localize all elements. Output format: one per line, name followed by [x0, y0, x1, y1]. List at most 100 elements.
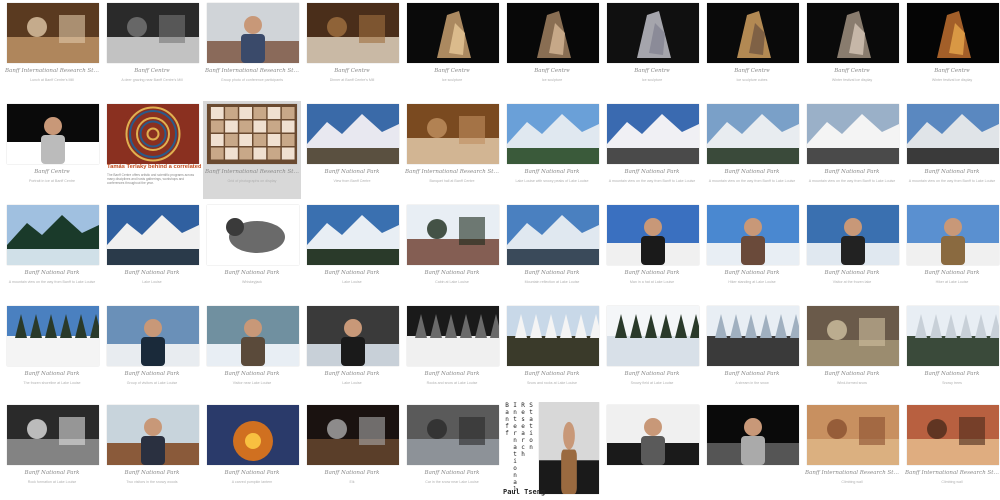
thumbnail-photo[interactable]	[707, 405, 799, 465]
thumbnail-photo[interactable]	[507, 205, 599, 265]
gallery-tile[interactable]: Banff National Park Rocks and snow at Lak…	[403, 303, 501, 401]
gallery-tile[interactable]: Banff National Park Car in the snow near …	[403, 402, 501, 500]
thumbnail-photo[interactable]	[907, 405, 999, 465]
gallery-tile[interactable]	[703, 402, 801, 500]
thumbnail-photo[interactable]	[607, 205, 699, 265]
gallery-tile[interactable]: Banff International Research Station Grou…	[203, 0, 301, 98]
gallery-tile[interactable]: Banff National Park A mountain view on th…	[803, 101, 901, 199]
thumbnail-photo[interactable]	[707, 104, 799, 164]
thumbnail-photo[interactable]	[407, 405, 499, 465]
gallery-tile[interactable]: Banff National Park Lake Louise with snow…	[503, 101, 601, 199]
thumbnail-photo[interactable]	[907, 205, 999, 265]
gallery-tile[interactable]: Banff National Park A carved pumpkin lant…	[203, 402, 301, 500]
gallery-tile[interactable]	[603, 402, 701, 500]
gallery-tile[interactable]: Tamás Terlaky behind a correlated SDDoor…	[103, 101, 201, 199]
thumbnail-photo[interactable]	[207, 104, 297, 164]
thumbnail-photo[interactable]	[307, 104, 399, 164]
thumbnail-photo[interactable]	[807, 306, 899, 366]
thumbnail-photo[interactable]	[7, 405, 99, 465]
thumbnail-photo[interactable]	[307, 405, 399, 465]
gallery-tile[interactable]: Banff National Park Hiker standing at Lak…	[703, 202, 801, 300]
gallery-tile[interactable]: Banff Centre Portrait in ice at Banff Cen…	[3, 101, 101, 199]
gallery-tile[interactable]: Banff National Park A mountain view on th…	[3, 202, 101, 300]
thumbnail-photo[interactable]	[707, 205, 799, 265]
gallery-tile[interactable]: Banff National Park Whiskeyjack	[203, 202, 301, 300]
thumbnail-photo[interactable]	[607, 405, 699, 465]
gallery-tile[interactable]: Banff Centre Ice sculpture	[403, 0, 501, 98]
thumbnail-photo[interactable]	[707, 3, 799, 63]
gallery-tile[interactable]: Banff National Park Snowy trees	[903, 303, 1000, 401]
gallery-tile[interactable]: Banff Centre Ice sculpture	[503, 0, 601, 98]
gallery-tile[interactable]: Banff National Park Lake Louise	[303, 303, 401, 401]
thumbnail-photo[interactable]	[607, 306, 699, 366]
thumbnail-photo[interactable]	[607, 104, 699, 164]
gallery-tile[interactable]: Banff International Research Station Clim…	[903, 402, 1000, 500]
thumbnail-photo[interactable]	[807, 405, 899, 465]
gallery-tile[interactable]: Banff National Park The frozen shoreline …	[3, 303, 101, 401]
caption-description: Visitor at the frozen lake	[832, 280, 872, 284]
gallery-tile[interactable]: Banff Centre A deer grazing near Banff Ce…	[103, 0, 201, 98]
thumbnail-photo[interactable]	[407, 306, 499, 366]
gallery-tile[interactable]: Banff National Park A mountain view on th…	[903, 101, 1000, 199]
gallery-tile[interactable]: Banff National Park Snowy field at Lake L…	[603, 303, 701, 401]
thumbnail-photo[interactable]	[107, 306, 199, 366]
gallery-tile[interactable]: Banff National Park Wind-formed snow	[803, 303, 901, 401]
gallery-tile[interactable]: Banff National Park Snow and rocks at Lak…	[503, 303, 601, 401]
gallery-tile[interactable]: Banff International Research Station Banq…	[403, 101, 501, 199]
thumbnail-photo[interactable]	[207, 306, 299, 366]
gallery-tile[interactable]: Banff International Research Station Lunc…	[3, 0, 101, 98]
gallery-tile[interactable]: Banff National Park Mountain reflection a…	[503, 202, 601, 300]
thumbnail-photo[interactable]	[7, 205, 99, 265]
thumbnail-photo[interactable]	[407, 104, 499, 164]
thumbnail-photo[interactable]	[207, 405, 299, 465]
gallery-tile[interactable]: Banff Centre Dinner at Banff Centre's Mil…	[303, 0, 401, 98]
gallery-tile[interactable]: Banff National Park Man in a hat at Lake …	[603, 202, 701, 300]
thumbnail-photo[interactable]	[807, 3, 899, 63]
thumbnail-photo[interactable]	[907, 306, 999, 366]
gallery-tile[interactable]: Banff National Park Cabin at Lake Louise	[403, 202, 501, 300]
thumbnail-photo[interactable]	[107, 205, 199, 265]
thumbnail-photo[interactable]	[107, 104, 199, 164]
gallery-tile[interactable]: Banff National Park Two visitors in the s…	[103, 402, 201, 500]
gallery-tile[interactable]: Banff National Park A mountain view on th…	[603, 101, 701, 199]
thumbnail-photo[interactable]	[507, 3, 599, 63]
thumbnail-photo[interactable]	[507, 306, 599, 366]
gallery-tile[interactable]: Banff National Park A stream in the snow	[703, 303, 801, 401]
gallery-tile[interactable]: Banff Centre Ice sculpture	[603, 0, 701, 98]
thumbnail-photo[interactable]	[207, 205, 299, 265]
gallery-tile[interactable]: Banff Centre Winter festival ice display	[903, 0, 1000, 98]
gallery-tile[interactable]: Banff National Park Lake Louise	[103, 202, 201, 300]
thumbnail-photo[interactable]	[407, 205, 499, 265]
gallery-tile[interactable]: Banff Centre Ice sculpture cubes	[703, 0, 801, 98]
thumbnail-photo[interactable]	[907, 104, 999, 164]
thumbnail-photo[interactable]	[307, 3, 399, 63]
thumbnail-photo[interactable]	[7, 104, 99, 164]
gallery-tile[interactable]: Banff International Research Station Grid…	[203, 101, 301, 199]
gallery-tile[interactable]: Banff Centre Winter festival ice display	[803, 0, 901, 98]
thumbnail-photo[interactable]	[7, 3, 99, 63]
thumbnail-photo[interactable]	[907, 3, 999, 63]
thumbnail-photo[interactable]	[107, 405, 199, 465]
gallery-tile[interactable]: Banff National Park A mountain view on th…	[703, 101, 801, 199]
gallery-tile[interactable]: Banff National Park Hiker at Lake Louise	[903, 202, 1000, 300]
gallery-tile[interactable]: Banff International Research Station Clim…	[803, 402, 901, 500]
thumbnail-photo[interactable]	[307, 306, 399, 366]
portrait-photo[interactable]	[539, 402, 599, 494]
gallery-tile[interactable]: Banff National Park Elk	[303, 402, 401, 500]
gallery-tile[interactable]: Banff National Park View from Banff Centr…	[303, 101, 401, 199]
thumbnail-photo[interactable]	[707, 306, 799, 366]
thumbnail-photo[interactable]	[207, 3, 299, 63]
thumbnail-photo[interactable]	[507, 104, 599, 164]
gallery-tile[interactable]: Banff National Park Rock formation at Lak…	[3, 402, 101, 500]
gallery-tile[interactable]: Banff National Park Visitor at the frozen…	[803, 202, 901, 300]
thumbnail-photo[interactable]	[7, 306, 99, 366]
thumbnail-photo[interactable]	[107, 3, 199, 63]
thumbnail-photo[interactable]	[307, 205, 399, 265]
thumbnail-photo[interactable]	[607, 3, 699, 63]
gallery-tile[interactable]: Banff National Park Group of visitors at …	[103, 303, 201, 401]
thumbnail-photo[interactable]	[407, 3, 499, 63]
thumbnail-photo[interactable]	[807, 205, 899, 265]
thumbnail-photo[interactable]	[807, 104, 899, 164]
gallery-tile[interactable]: Banff National Park Visitor near Lake Lou…	[203, 303, 301, 401]
gallery-tile[interactable]: Banff National Park Lake Louise	[303, 202, 401, 300]
